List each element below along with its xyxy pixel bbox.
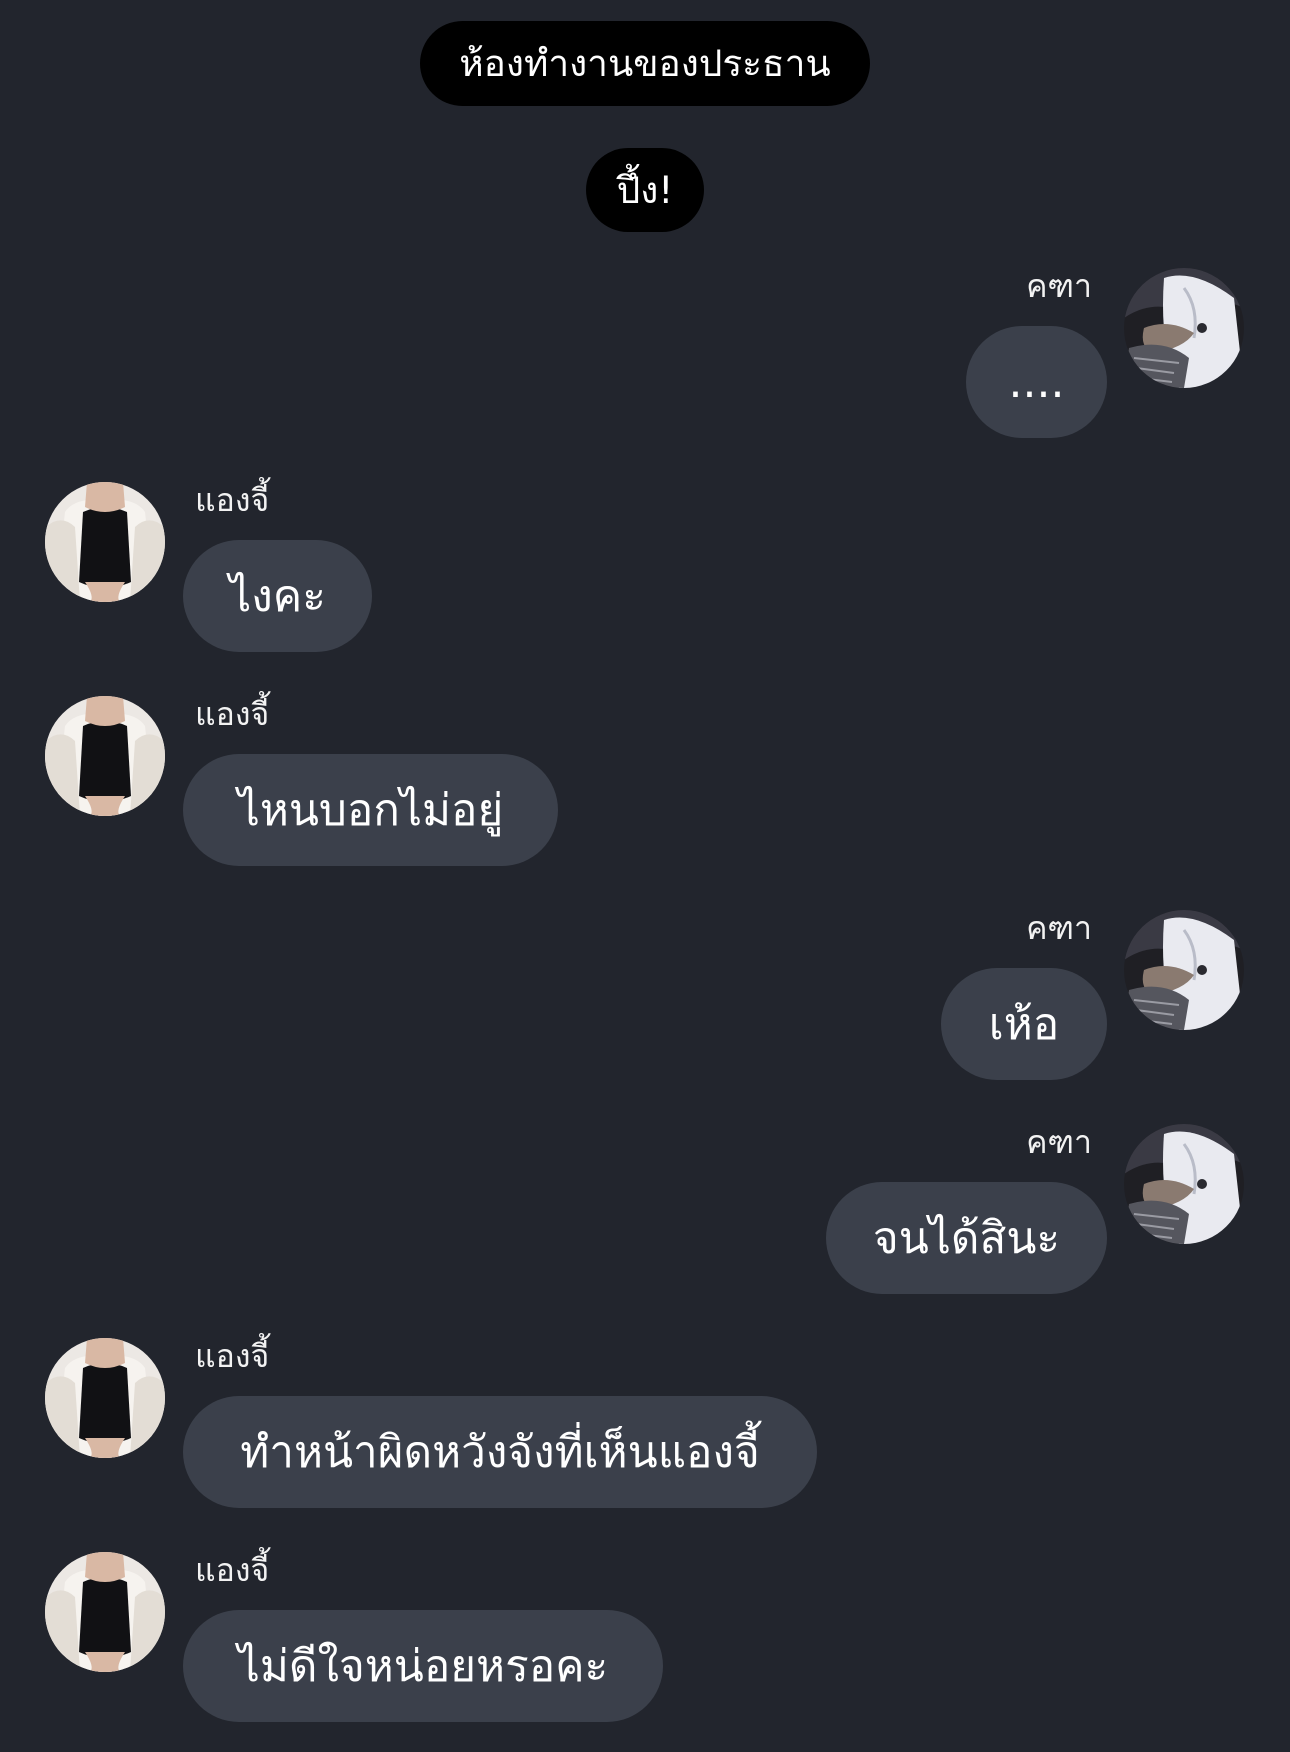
woman-in-black-dress-avatar-icon (45, 1552, 165, 1672)
message-bubble[interactable]: เห้อ (941, 968, 1107, 1080)
woman-in-black-dress-avatar-icon (45, 696, 165, 816)
message-bubble[interactable]: .... (966, 326, 1107, 438)
katha-avatar[interactable] (1124, 268, 1244, 388)
message-bubble[interactable]: ไหนบอกไม่อยู่ (183, 754, 558, 866)
sender-name: คฑา (1026, 1123, 1092, 1161)
sender-name: แองจี้ (195, 1551, 270, 1589)
woman-in-black-dress-avatar-icon (45, 482, 165, 602)
sender-name: คฑา (1026, 267, 1092, 305)
message-bubble[interactable]: จนได้สินะ (826, 1182, 1107, 1294)
sender-name: แองจี้ (195, 481, 270, 519)
angie-avatar[interactable] (45, 1338, 165, 1458)
man-in-white-shirt-avatar-icon (1124, 1124, 1244, 1244)
message-bubble[interactable]: ไงคะ (183, 540, 372, 652)
angie-avatar[interactable] (45, 482, 165, 602)
sender-name: แองจี้ (195, 695, 270, 733)
man-in-white-shirt-avatar-icon (1124, 910, 1244, 1030)
angie-avatar[interactable] (45, 696, 165, 816)
katha-avatar[interactable] (1124, 1124, 1244, 1244)
room-name-banner: ห้องทำงานของประธาน (420, 21, 870, 106)
sender-name: แองจี้ (195, 1337, 270, 1375)
man-in-white-shirt-avatar-icon (1124, 268, 1244, 388)
message-bubble[interactable]: ไม่ดีใจหน่อยหรอคะ (183, 1610, 663, 1722)
katha-avatar[interactable] (1124, 910, 1244, 1030)
angie-avatar[interactable] (45, 1552, 165, 1672)
woman-in-black-dress-avatar-icon (45, 1338, 165, 1458)
sender-name: คฑา (1026, 909, 1092, 947)
sound-effect-banner: ปึ้ง! (586, 148, 704, 232)
message-bubble[interactable]: ทำหน้าผิดหวังจังที่เห็นแองจี้ (183, 1396, 817, 1508)
